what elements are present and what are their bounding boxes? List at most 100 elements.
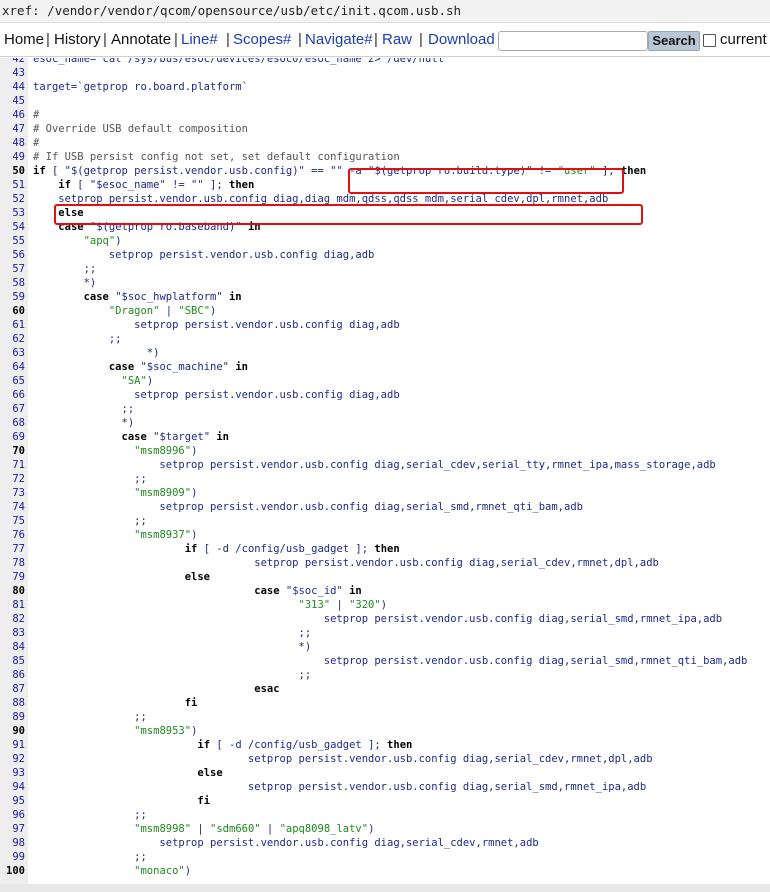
line-number[interactable]: 64 xyxy=(0,360,33,374)
home-link[interactable]: Home xyxy=(4,24,44,56)
line-link[interactable]: Line# xyxy=(181,24,218,56)
line-number[interactable]: 67 xyxy=(0,402,33,416)
line-number[interactable]: 44 xyxy=(0,80,33,94)
line-number[interactable]: 88 xyxy=(0,696,33,710)
line-number[interactable]: 97 xyxy=(0,822,33,836)
line-number[interactable]: 70 xyxy=(0,444,33,458)
line-number[interactable]: 98 xyxy=(0,836,33,850)
line-number[interactable]: 84 xyxy=(0,640,33,654)
line-number[interactable]: 48 xyxy=(0,136,33,150)
line-number[interactable]: 66 xyxy=(0,388,33,402)
line-number[interactable]: 47 xyxy=(0,122,33,136)
code-token: *) xyxy=(33,277,97,289)
line-number[interactable]: 83 xyxy=(0,626,33,640)
line-number[interactable]: 59 xyxy=(0,290,33,304)
line-number[interactable]: 57 xyxy=(0,262,33,276)
line-number[interactable]: 42 xyxy=(0,58,33,66)
line-number[interactable]: 69 xyxy=(0,430,33,444)
code-line: 72 ;; xyxy=(0,472,770,486)
line-number[interactable]: 75 xyxy=(0,514,33,528)
line-number[interactable]: 87 xyxy=(0,682,33,696)
line-number[interactable]: 81 xyxy=(0,598,33,612)
line-number[interactable]: 79 xyxy=(0,570,33,584)
code-line: 56 setprop persist.vendor.usb.config dia… xyxy=(0,248,770,262)
separator: | xyxy=(174,31,178,48)
raw-link[interactable]: Raw xyxy=(382,24,412,56)
line-number[interactable]: 54 xyxy=(0,220,33,234)
line-number[interactable]: 90 xyxy=(0,724,33,738)
code-line: 55 "apq") xyxy=(0,234,770,248)
code-token: ) xyxy=(368,823,375,835)
line-number[interactable]: 80 xyxy=(0,584,33,598)
line-number[interactable]: 56 xyxy=(0,248,33,262)
line-number[interactable]: 82 xyxy=(0,612,33,626)
code-token: case xyxy=(254,585,280,597)
line-number[interactable]: 52 xyxy=(0,192,33,206)
search-button[interactable]: Search xyxy=(648,31,700,51)
line-number[interactable]: 73 xyxy=(0,486,33,500)
code-line: 100 "monaco") xyxy=(0,864,770,878)
current-label: current xyxy=(720,31,767,48)
line-number[interactable]: 50 xyxy=(0,164,33,178)
line-number[interactable]: 46 xyxy=(0,108,33,122)
line-number[interactable]: 91 xyxy=(0,738,33,752)
line-number[interactable]: 60 xyxy=(0,304,33,318)
line-number[interactable]: 93 xyxy=(0,766,33,780)
line-number[interactable]: 55 xyxy=(0,234,33,248)
code-token: ;; xyxy=(33,851,147,863)
line-number[interactable]: 63 xyxy=(0,346,33,360)
code-token: ) xyxy=(210,305,217,317)
code-line: 94 setprop persist.vendor.usb.config dia… xyxy=(0,780,770,794)
line-number[interactable]: 72 xyxy=(0,472,33,486)
line-number[interactable]: 77 xyxy=(0,542,33,556)
line-number[interactable]: 86 xyxy=(0,668,33,682)
code-line: 71 setprop persist.vendor.usb.config dia… xyxy=(0,458,770,472)
scopes-link[interactable]: Scopes# xyxy=(233,24,291,56)
navigate-link[interactable]: Navigate# xyxy=(305,24,373,56)
line-number[interactable]: 96 xyxy=(0,808,33,822)
code-token: ) xyxy=(191,725,198,737)
line-number[interactable]: 43 xyxy=(0,66,33,80)
line-number[interactable]: 99 xyxy=(0,850,33,864)
code-token: if xyxy=(33,165,46,177)
download-link[interactable]: Download xyxy=(428,24,495,56)
line-number[interactable]: 71 xyxy=(0,458,33,472)
line-number[interactable]: 53 xyxy=(0,206,33,220)
line-number[interactable]: 89 xyxy=(0,710,33,724)
current-checkbox[interactable] xyxy=(703,34,716,47)
line-number[interactable]: 78 xyxy=(0,556,33,570)
code-token: setprop persist.vendor.usb.config diag,s… xyxy=(33,655,748,667)
line-number[interactable]: 92 xyxy=(0,752,33,766)
line-number[interactable]: 74 xyxy=(0,500,33,514)
line-number[interactable]: 45 xyxy=(0,94,33,108)
code-line: 45 xyxy=(0,94,770,108)
line-number[interactable]: 62 xyxy=(0,332,33,346)
line-number[interactable]: 100 xyxy=(0,864,33,878)
code-token: [ -d /config/usb_gadget ]; xyxy=(197,543,375,555)
line-number[interactable]: 49 xyxy=(0,150,33,164)
history-link[interactable]: History xyxy=(54,24,101,56)
line-number[interactable]: 94 xyxy=(0,780,33,794)
line-number[interactable]: 95 xyxy=(0,794,33,808)
code-token: "SA" xyxy=(121,375,147,387)
line-number[interactable]: 76 xyxy=(0,528,33,542)
code-token: then xyxy=(620,165,647,177)
code-token: "apq8098_latv" xyxy=(279,823,369,835)
code-token: "apq" xyxy=(83,235,116,247)
line-number[interactable]: 65 xyxy=(0,374,33,388)
line-number[interactable]: 85 xyxy=(0,654,33,668)
line-number[interactable]: 68 xyxy=(0,416,33,430)
line-number[interactable]: 58 xyxy=(0,276,33,290)
search-input[interactable] xyxy=(498,31,648,51)
code-token: setprop persist.vendor.usb.config diag,s… xyxy=(33,613,723,625)
line-number[interactable]: 51 xyxy=(0,178,33,192)
annotate-link[interactable]: Annotate xyxy=(111,24,171,56)
line-number[interactable]: 61 xyxy=(0,318,33,332)
code-token: setprop persist.vendor.usb.config diag,s… xyxy=(33,501,583,513)
horizontal-scrollbar[interactable] xyxy=(0,884,770,892)
code-token: ) xyxy=(184,865,192,877)
code-token: [ "$esoc_name" != "" ]; xyxy=(70,179,229,191)
